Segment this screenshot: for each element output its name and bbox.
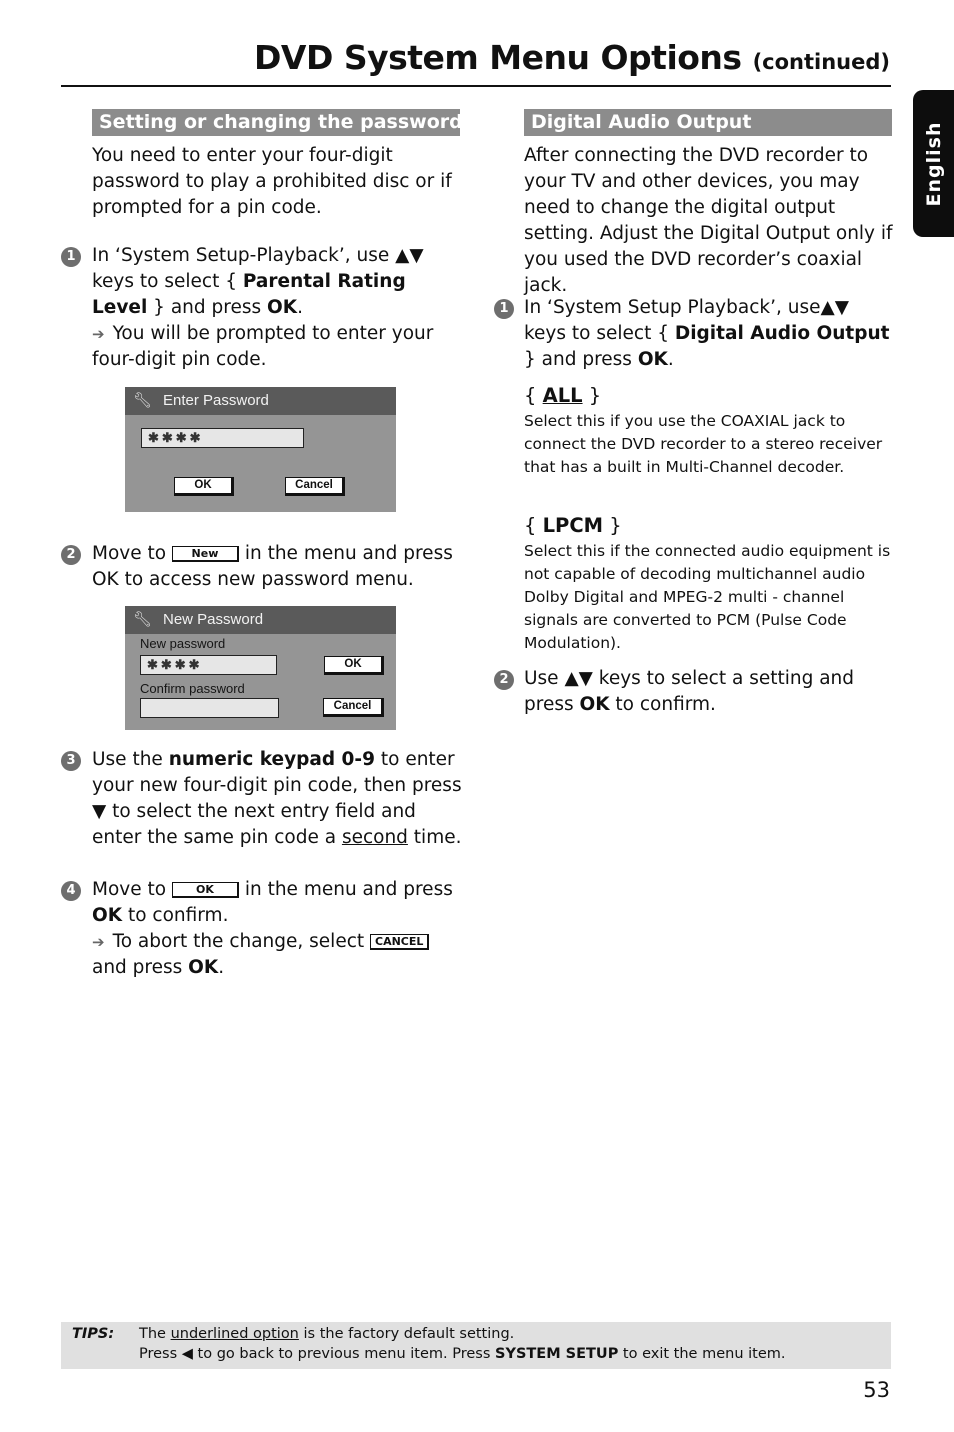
enter-password-dialog: 🔧︎ Enter Password ✱✱✱✱ OK Cancel <box>125 387 396 512</box>
option-lpcm-description: Select this if the connected audio equip… <box>524 542 891 652</box>
step-text: Move to <box>92 879 172 900</box>
step-number-4: 4 <box>61 881 81 901</box>
password-step-4: Move to OK in the menu and press OK to c… <box>92 877 464 981</box>
password-step-3: Use the numeric keypad 0-9 to enter your… <box>92 747 464 851</box>
wrench-icon: 🔧︎ <box>133 392 153 409</box>
step-text: . <box>297 297 303 318</box>
digital-audio-step-1: In ‘System Setup Playback’, use▲▼ keys t… <box>524 295 896 373</box>
tips-line-2: Press ◀ to go back to previous menu item… <box>139 1346 785 1362</box>
step-text: Use the <box>92 749 169 770</box>
digital-audio-step-2: Use ▲▼ keys to select a setting and pres… <box>524 666 896 718</box>
option-lpcm-title: { LPCM } <box>524 514 622 537</box>
ok-key-text: OK <box>579 694 610 715</box>
new-password-field[interactable]: ✱✱✱✱ <box>140 655 277 675</box>
tips-text: The <box>139 1326 171 1342</box>
language-tab: English <box>913 90 954 237</box>
tips-text: Press ◀ to go back to previous menu item… <box>139 1346 496 1362</box>
page-title: DVD System Menu Options (continued) <box>254 38 890 77</box>
tips-label: TIPS: <box>72 1326 115 1342</box>
step-bold-text: numeric keypad 0-9 <box>168 749 375 770</box>
page-number: 53 <box>863 1378 890 1402</box>
step-text: } and press <box>147 297 267 318</box>
dialog-title: New Password <box>163 611 264 628</box>
step-result: To abort the change, select <box>112 931 371 952</box>
option-all-title: { ALL } <box>524 384 602 407</box>
cancel-button-label: CANCEL <box>370 934 430 950</box>
step-text: . <box>667 349 674 370</box>
step-number-1: 1 <box>494 299 514 319</box>
step-result: You will be prompted to enter your four-… <box>92 323 434 370</box>
new-button-label: New <box>171 546 239 562</box>
step-number-3: 3 <box>61 751 81 771</box>
step-text: Move to <box>92 543 172 564</box>
section-header-digital-audio: Digital Audio Output <box>524 109 892 136</box>
step-text: to confirm. <box>122 905 229 926</box>
password-step-1: In ‘System Setup-Playback’, use ▲▼ keys … <box>92 243 464 373</box>
cancel-button[interactable]: Cancel <box>285 477 345 496</box>
tips-text: is the factory default setting. <box>298 1326 515 1342</box>
confirm-password-field[interactable] <box>140 698 279 718</box>
ok-button[interactable]: OK <box>324 656 384 675</box>
step-text: . <box>218 957 225 978</box>
wrench-icon: 🔧︎ <box>133 611 153 628</box>
page-title-text: DVD System Menu Options <box>254 38 742 77</box>
ok-key-text: OK <box>188 957 219 978</box>
tips-line-1: The underlined option is the factory def… <box>139 1326 514 1342</box>
ok-key-text: OK <box>92 905 123 926</box>
page-title-continued: (continued) <box>752 50 890 74</box>
step-text: } and press <box>524 349 638 370</box>
title-divider <box>61 85 891 87</box>
step-underline-text: second <box>341 827 408 848</box>
dialog-header: 🔧︎ Enter Password <box>125 387 396 415</box>
ok-key-text: OK <box>267 297 298 318</box>
section-header-password: Setting or changing the password <box>92 109 463 136</box>
step-text: in the menu and press <box>238 879 453 900</box>
option-name: ALL <box>542 384 583 407</box>
new-password-label: New password <box>140 636 226 651</box>
language-tab-label: English <box>922 121 945 206</box>
dialog-header: 🔧︎ New Password <box>125 606 396 634</box>
step-bold-text: Digital Audio Output <box>674 323 890 344</box>
step-number-2: 2 <box>494 670 514 690</box>
step-number-2: 2 <box>61 545 81 565</box>
new-password-dialog: 🔧︎ New Password New password ✱✱✱✱ Confir… <box>125 606 396 730</box>
tips-bold-text: SYSTEM SETUP <box>495 1346 619 1362</box>
ok-key-text: OK <box>637 349 668 370</box>
ok-button[interactable]: OK <box>174 477 234 496</box>
password-step-2: Move to New in the menu and press OK to … <box>92 541 464 593</box>
ok-button-label: OK <box>171 882 239 898</box>
step-text: time. <box>407 827 462 848</box>
tips-text: to exit the menu item. <box>618 1346 786 1362</box>
password-intro: You need to enter your four-digit passwo… <box>92 145 452 218</box>
option-name: LPCM <box>542 514 604 537</box>
password-field[interactable]: ✱✱✱✱ <box>141 428 304 448</box>
result-arrow-icon: ➔ <box>92 325 105 343</box>
digital-audio-intro: After connecting the DVD recorder to you… <box>524 145 893 296</box>
option-all-description: Select this if you use the COAXIAL jack … <box>524 412 883 476</box>
result-arrow-icon: ➔ <box>92 933 105 951</box>
step-number-1: 1 <box>61 247 81 267</box>
step-text: and press <box>92 957 189 978</box>
step-text: to confirm. <box>609 694 716 715</box>
tips-box: TIPS: The underlined option is the facto… <box>61 1322 891 1369</box>
tips-underline-text: underlined option <box>170 1326 299 1342</box>
confirm-password-label: Confirm password <box>140 681 245 696</box>
dialog-title: Enter Password <box>163 392 269 409</box>
cancel-button[interactable]: Cancel <box>323 698 384 717</box>
